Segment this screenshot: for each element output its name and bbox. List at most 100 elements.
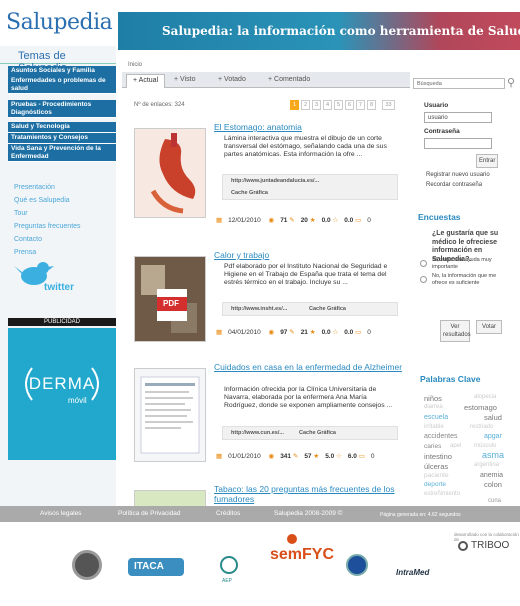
sidebar-link[interactable]: Tour (14, 210, 28, 217)
note-icon[interactable]: ▭ (359, 453, 365, 460)
keyword-tag[interactable]: accidentes (424, 433, 457, 440)
article-thumbnail[interactable] (134, 368, 206, 462)
keyword-tag[interactable]: caries (424, 443, 441, 450)
page-button[interactable]: 5 (334, 100, 343, 110)
intramed-logo[interactable]: IntraMed (396, 568, 429, 577)
sidebar-link[interactable]: Prensa (14, 249, 36, 256)
footer-link[interactable]: Política de Privacidad (118, 510, 181, 517)
sidebar-link[interactable]: Qué es Salupedia (14, 197, 70, 204)
keyword-tag[interactable]: estreñimiento (424, 491, 460, 497)
star-icon[interactable]: ★ (313, 453, 319, 460)
keyword-tag[interactable]: intestino (424, 452, 452, 461)
keyword-tag[interactable]: estomago (464, 403, 497, 412)
keyword-tag[interactable]: salud (484, 413, 502, 422)
keyword-tag[interactable]: diarrea (424, 404, 443, 410)
enter-button[interactable]: Entrar (476, 154, 498, 168)
user-label: Usuario (424, 102, 449, 109)
password-field[interactable] (424, 138, 492, 149)
university-seal-icon[interactable] (72, 550, 102, 580)
keyword-tag[interactable]: apel (450, 443, 461, 449)
page-button[interactable]: 6 (345, 100, 354, 110)
sidebar-link[interactable]: Contacto (14, 236, 42, 243)
keyword-tag[interactable]: cuna (488, 498, 501, 504)
register-link[interactable]: Registrar nuevo usuario (426, 172, 490, 178)
article-url[interactable]: http://www.juntadeandalucia.es/... (231, 178, 319, 184)
footer-link[interactable]: Avisos legales (40, 510, 81, 517)
keyword-tag[interactable]: irritable (424, 424, 444, 430)
keyword-tag[interactable]: niños (424, 394, 442, 403)
article-stats: ▦ 12/01/2010 ◉ 71 ✎ 20 ★ 0.0 ☆ 0.0 ▭ 0 (216, 216, 377, 224)
ad-banner[interactable]: DERMA móvil (8, 328, 116, 460)
page-button[interactable]: 7 (356, 100, 365, 110)
results-button[interactable]: Ver resultados (440, 320, 471, 342)
article-thumbnail[interactable] (134, 490, 206, 506)
sidebar-topic[interactable]: Vida Sana y Prevención de la Enfermedad (8, 144, 116, 162)
recover-link[interactable]: Recordar contraseña (426, 182, 482, 188)
footer-link[interactable]: Salupedia 2008-2009 © (274, 510, 342, 517)
article-url[interactable]: http://www.insht.es/... (231, 306, 287, 312)
article-cache[interactable]: Cache Gráfica (309, 306, 346, 312)
tab-visto[interactable]: + Visto (174, 76, 195, 83)
keyword-tag[interactable]: úlceras (424, 462, 448, 471)
itaca-logo[interactable]: ITACA (128, 558, 184, 576)
page-button[interactable]: 4 (323, 100, 332, 110)
aep-seal-icon[interactable] (220, 556, 238, 574)
star-outline-icon[interactable]: ☆ (332, 217, 338, 224)
tab-comentado[interactable]: + Comentado (268, 76, 310, 83)
article-title[interactable]: Calor y trabajo (214, 250, 404, 260)
keyword-tag[interactable]: deporte (424, 481, 446, 488)
keyword-tag[interactable]: escuela (424, 414, 448, 421)
article-cache[interactable]: Cache Gráfica (231, 190, 268, 196)
sidebar-topic[interactable]: Pruebas - Procedimientos Diagnósticos (8, 100, 116, 118)
keyword-tag[interactable]: apgar (484, 433, 502, 440)
keyword-tag[interactable]: alopecia (474, 394, 496, 400)
emb-seal-icon[interactable] (346, 554, 368, 576)
twitter-badge[interactable]: twitter (14, 258, 84, 298)
star-outline-icon[interactable]: ☆ (332, 329, 338, 336)
breadcrumb[interactable]: Inicio (128, 62, 142, 68)
article-thumbnail[interactable]: PDF (134, 256, 206, 342)
article-title[interactable]: El Estomago: anatomia (214, 122, 404, 132)
page-button[interactable]: 3 (312, 100, 321, 110)
star-outline-icon[interactable]: ☆ (336, 453, 342, 460)
article-title[interactable]: Tabaco: las 20 preguntas más frecuentes … (214, 484, 402, 504)
search-input[interactable]: Búsqueda (413, 78, 505, 89)
sidebar-topic[interactable]: Salud y Tecnología (8, 122, 116, 133)
poll-option[interactable]: Sí, sería una ayuda muy importante (432, 257, 504, 271)
article-title[interactable]: Cuidados en casa en la enfermedad de Alz… (214, 362, 404, 372)
tab-actual[interactable]: + Actual (126, 74, 166, 88)
semfyc-logo[interactable]: semFYC (270, 546, 334, 564)
username-field[interactable]: usuario (424, 112, 492, 123)
star-icon[interactable]: ★ (310, 217, 316, 224)
keyword-tag[interactable]: argentina (474, 462, 499, 468)
search-icon[interactable]: ⚲ (507, 76, 515, 89)
page-button[interactable]: 2 (301, 100, 310, 110)
keyword-tag[interactable]: restriado (470, 424, 493, 430)
sidebar-topic[interactable]: Enfermedades o problemas de salud (8, 76, 116, 94)
note-icon[interactable]: ▭ (355, 217, 361, 224)
vote-button[interactable]: Votar (476, 320, 502, 334)
triboo-logo[interactable]: TRIBOO (458, 540, 518, 554)
note-icon[interactable]: ▭ (355, 329, 361, 336)
page-button[interactable]: 8 (367, 100, 376, 110)
keyword-tag[interactable]: anemia (480, 472, 503, 479)
poll-option[interactable]: No, la información que me ofrece es sufi… (432, 273, 508, 287)
page-button[interactable]: 33 (382, 100, 395, 110)
footer-link[interactable]: Créditos (216, 510, 240, 517)
article-thumbnail[interactable] (134, 128, 206, 218)
site-logo[interactable]: Salupedia (0, 0, 118, 46)
page-button[interactable]: 1 (290, 100, 299, 110)
tab-votado[interactable]: + Votado (218, 76, 246, 83)
star-icon[interactable]: ★ (310, 329, 316, 336)
article-url[interactable]: http://www.cun.es/... (231, 430, 284, 436)
sidebar-topic[interactable]: Tratamientos y Consejos (8, 133, 116, 144)
sidebar-link[interactable]: Presentación (14, 184, 55, 191)
keyword-tag[interactable]: colon (484, 480, 502, 489)
poll-radio[interactable] (420, 276, 427, 283)
keyword-tag[interactable]: músculo (474, 443, 496, 449)
poll-radio[interactable] (420, 260, 427, 267)
sidebar-link[interactable]: Preguntas frecuentes (14, 223, 81, 230)
keyword-tag[interactable]: asma (482, 450, 504, 460)
article-cache[interactable]: Cache Gráfica (299, 430, 336, 436)
keyword-tag[interactable]: paciente (424, 472, 449, 479)
